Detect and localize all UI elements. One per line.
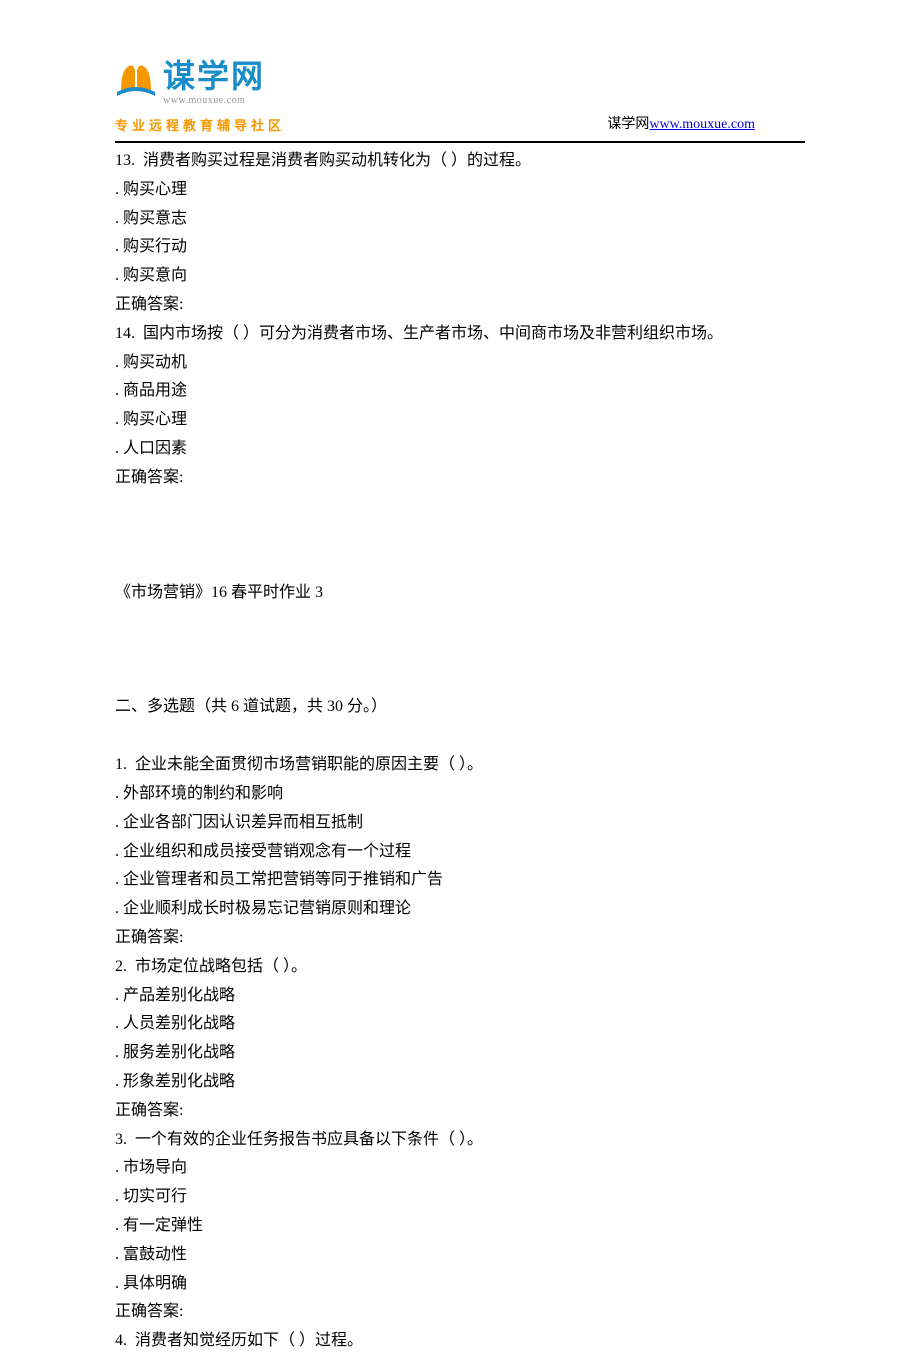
mq1-answer: 正确答案:	[115, 924, 805, 953]
q13-opt-a: . 购买心理	[115, 176, 805, 205]
q13-opt-d: . 购买意向	[115, 262, 805, 291]
mq1-text: 1. 企业未能全面贯彻市场营销职能的原因主要（ ）。	[115, 751, 805, 780]
logo-url-text: www.mouxue.com	[163, 92, 265, 110]
mq2-text: 2. 市场定位战略包括（ ）。	[115, 953, 805, 982]
page-header: 谋学网 www.mouxue.com 专业远程教育辅导社区 谋学网www.mou…	[0, 0, 920, 135]
site-link[interactable]: www.mouxue.com	[649, 117, 755, 132]
mq1-opt-e: . 企业顺利成长时极易忘记营销原则和理论	[115, 895, 805, 924]
document-content: 13. 消费者购买过程是消费者购买动机转化为（ ）的过程。 . 购买心理 . 购…	[0, 143, 920, 1356]
mq2-opt-b: . 人员差别化战略	[115, 1010, 805, 1039]
q14-opt-a: . 购买动机	[115, 349, 805, 378]
part2-title: 二、多选题（共 6 道试题，共 30 分。）	[115, 693, 805, 722]
mq3-opt-e: . 具体明确	[115, 1270, 805, 1299]
mq1-opt-a: . 外部环境的制约和影响	[115, 780, 805, 809]
mq3-opt-b: . 切实可行	[115, 1183, 805, 1212]
logo-title: 谋学网	[163, 60, 265, 92]
q13-opt-c: . 购买行动	[115, 233, 805, 262]
q14-answer: 正确答案:	[115, 464, 805, 493]
mq1-opt-d: . 企业管理者和员工常把营销等同于推销和广告	[115, 866, 805, 895]
q13-opt-b: . 购买意志	[115, 205, 805, 234]
q14-opt-d: . 人口因素	[115, 435, 805, 464]
q13-text: 13. 消费者购买过程是消费者购买动机转化为（ ）的过程。	[115, 147, 805, 176]
mq3-opt-d: . 富鼓动性	[115, 1241, 805, 1270]
site-name: 谋学网	[607, 117, 649, 132]
mq3-answer: 正确答案:	[115, 1298, 805, 1327]
mq2-opt-c: . 服务差别化战略	[115, 1039, 805, 1068]
header-site-label: 谋学网www.mouxue.com	[607, 112, 755, 137]
mq2-opt-d: . 形象差别化战略	[115, 1068, 805, 1097]
section-title: 《市场营销》16 春平时作业 3	[115, 579, 805, 608]
mq3-opt-a: . 市场导向	[115, 1154, 805, 1183]
q13-answer: 正确答案:	[115, 291, 805, 320]
logo-subtitle: 专业远程教育辅导社区	[115, 114, 285, 137]
q14-text: 14. 国内市场按（ ）可分为消费者市场、生产者市场、中间商市场及非营利组织市场…	[115, 320, 805, 349]
q14-opt-b: . 商品用途	[115, 377, 805, 406]
mq1-opt-c: . 企业组织和成员接受营销观念有一个过程	[115, 838, 805, 867]
mq4-text: 4. 消费者知觉经历如下（ ）过程。	[115, 1327, 805, 1356]
mq3-text: 3. 一个有效的企业任务报告书应具备以下条件（ ）。	[115, 1126, 805, 1155]
logo-icon	[115, 60, 157, 109]
mq2-opt-a: . 产品差别化战略	[115, 982, 805, 1011]
logo-area: 谋学网 www.mouxue.com 专业远程教育辅导社区	[115, 60, 285, 137]
mq1-opt-b: . 企业各部门因认识差异而相互抵制	[115, 809, 805, 838]
mq2-answer: 正确答案:	[115, 1097, 805, 1126]
q14-opt-c: . 购买心理	[115, 406, 805, 435]
mq3-opt-c: . 有一定弹性	[115, 1212, 805, 1241]
